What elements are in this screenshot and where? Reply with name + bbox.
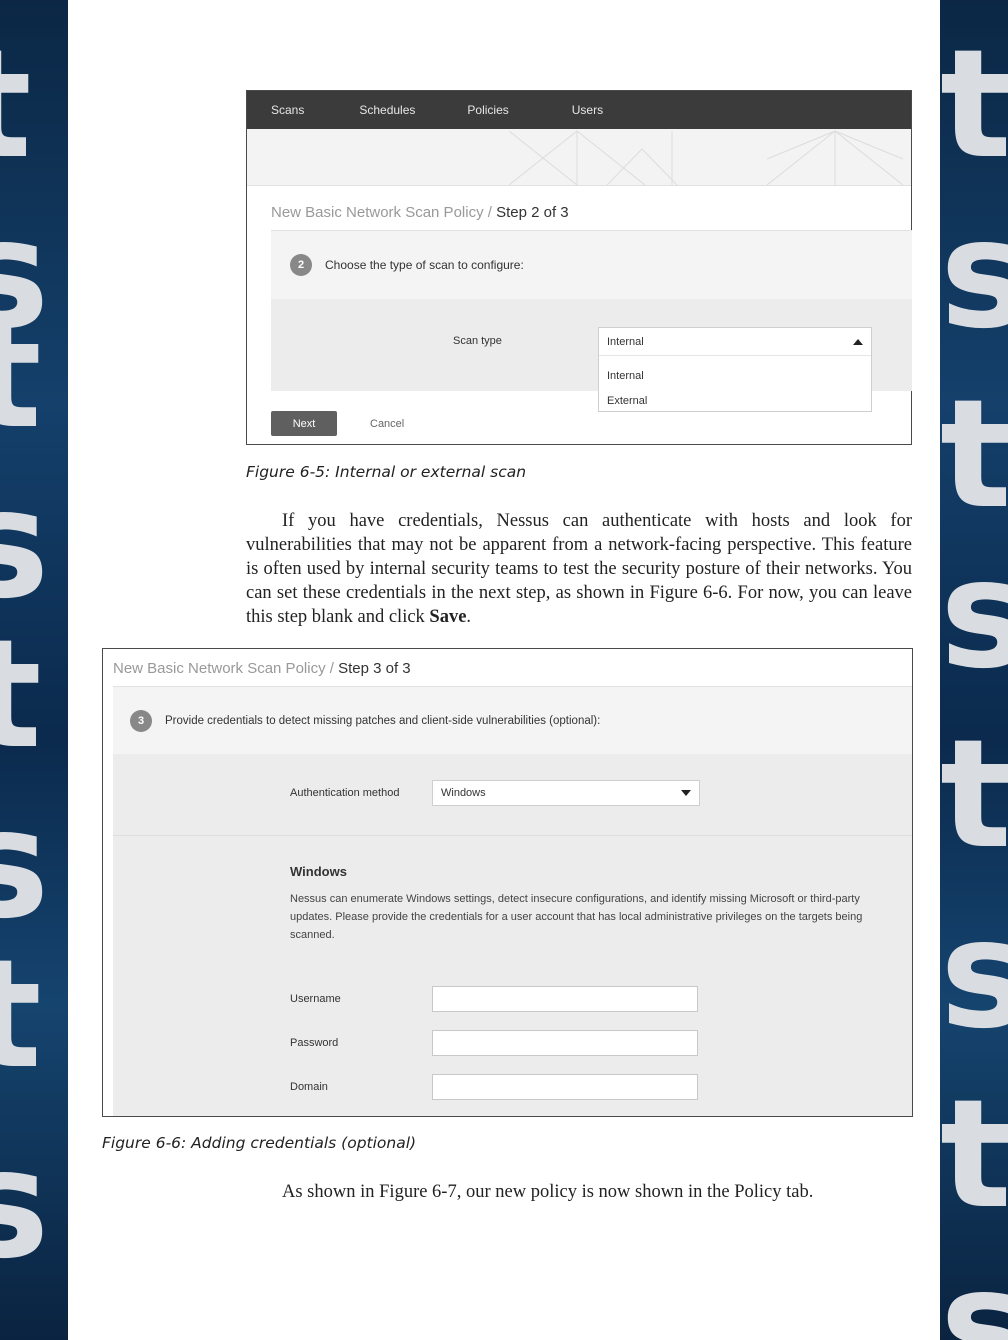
nav-tab-schedules[interactable]: Schedules bbox=[359, 103, 415, 117]
password-label: Password bbox=[290, 1037, 339, 1049]
next-button[interactable]: Next bbox=[271, 411, 337, 436]
top-nav: Scans Schedules Policies Users bbox=[247, 91, 911, 129]
auth-method-value: Windows bbox=[441, 787, 486, 799]
step-band: 3 Provide credentials to detect missing … bbox=[113, 686, 912, 755]
page-heading: New Basic Network Scan Policy / Step 2 o… bbox=[271, 204, 569, 222]
username-input[interactable] bbox=[432, 986, 698, 1012]
caret-down-icon bbox=[681, 790, 691, 796]
nav-tab-users[interactable]: Users bbox=[572, 103, 603, 117]
banner-pattern bbox=[508, 130, 904, 185]
scan-type-label: Scan type bbox=[453, 335, 502, 347]
heading-prefix: New Basic Network Scan Policy / bbox=[113, 660, 334, 677]
paragraph-period: . bbox=[466, 607, 472, 627]
heading-prefix: New Basic Network Scan Policy / bbox=[271, 204, 492, 221]
left-side-background: t s t s t s t s bbox=[0, 0, 68, 1340]
heading-step: Step 3 of 3 bbox=[338, 660, 411, 677]
step-badge: 2 bbox=[290, 254, 312, 276]
nav-tab-scans[interactable]: Scans bbox=[271, 103, 304, 117]
page-heading: New Basic Network Scan Policy / Step 3 o… bbox=[113, 660, 411, 678]
save-bold-text: Save bbox=[429, 607, 467, 627]
domain-label: Domain bbox=[290, 1081, 328, 1093]
figure-6-6-caption: Figure 6-6: Adding credentials (optional… bbox=[102, 1134, 417, 1152]
scan-type-option-internal[interactable]: Internal bbox=[607, 364, 863, 389]
step-instruction: Choose the type of scan to configure: bbox=[325, 258, 524, 272]
body-paragraph-2: As shown in Figure 6-7, our new policy i… bbox=[282, 1182, 814, 1202]
cancel-button[interactable]: Cancel bbox=[370, 418, 404, 430]
section-title: Windows bbox=[290, 864, 347, 879]
auth-method-label: Authentication method bbox=[290, 787, 400, 799]
username-label: Username bbox=[290, 993, 341, 1005]
step-badge: 3 bbox=[130, 709, 152, 732]
scan-type-option-external[interactable]: External bbox=[607, 389, 863, 414]
nav-tab-policies[interactable]: Policies bbox=[467, 103, 508, 117]
figure-6-5-screenshot: Scans Schedules Policies Users New Basic… bbox=[246, 90, 912, 445]
paragraph-text: If you have credentials, Nessus can auth… bbox=[246, 511, 912, 627]
auth-method-select[interactable]: Windows bbox=[432, 780, 700, 806]
figure-6-6-screenshot: New Basic Network Scan Policy / Step 3 o… bbox=[102, 648, 913, 1117]
password-input[interactable] bbox=[432, 1030, 698, 1056]
decorative-banner bbox=[247, 129, 911, 186]
section-description: Nessus can enumerate Windows settings, d… bbox=[290, 893, 863, 941]
step-band: 2 Choose the type of scan to configure: bbox=[271, 230, 912, 300]
scan-type-select[interactable]: Internal Internal External bbox=[598, 327, 872, 412]
right-side-background: t s t s t s t s bbox=[940, 0, 1008, 1340]
credentials-band: Windows Nessus can enumerate Windows set… bbox=[113, 836, 912, 1116]
scan-type-value: Internal bbox=[607, 335, 644, 348]
body-paragraph-1: If you have credentials, Nessus can auth… bbox=[246, 509, 912, 629]
domain-input[interactable] bbox=[432, 1074, 698, 1100]
scan-type-selected[interactable]: Internal bbox=[599, 328, 871, 356]
auth-band: Authentication method Windows bbox=[113, 754, 912, 836]
step-instruction: Provide credentials to detect missing pa… bbox=[165, 714, 601, 727]
heading-step: Step 2 of 3 bbox=[496, 204, 569, 221]
figure-6-5-caption: Figure 6-5: Internal or external scan bbox=[246, 463, 527, 481]
caret-up-icon bbox=[853, 338, 863, 345]
